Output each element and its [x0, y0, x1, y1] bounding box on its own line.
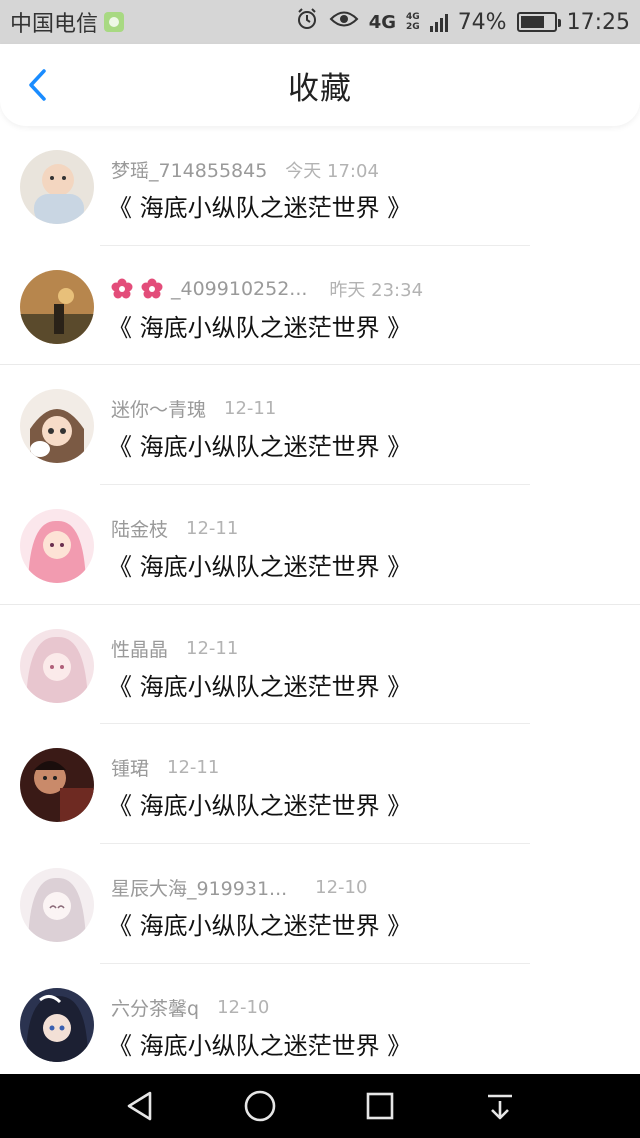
avatar — [20, 628, 94, 703]
username[interactable]: 六分茶馨q — [111, 994, 199, 1021]
favorites-list: 梦瑶_714855845 今天 17:04 《 海底小纵队之迷茫世界 》 _40… — [0, 126, 640, 1074]
nav-home-button[interactable] — [238, 1084, 282, 1128]
chevron-left-icon — [29, 69, 46, 101]
nav-header: 收藏 — [0, 44, 640, 126]
battery-icon — [516, 12, 561, 32]
network-bottom-label: 2G — [406, 22, 420, 32]
battery-fill — [520, 16, 545, 28]
list-item[interactable]: 陆金枝 12-11 《 海底小纵队之迷茫世界 》 — [0, 485, 640, 605]
signal-icon — [429, 12, 448, 32]
timestamp: 12-11 — [167, 757, 220, 779]
network-top-label: 4G — [406, 12, 420, 22]
favorite-title[interactable]: 《 海底小纵队之迷茫世界 》 — [108, 906, 411, 941]
arrow-down-icon — [488, 1094, 512, 1120]
list-item[interactable]: 迷你～青瑰 12-11 《 海底小纵队之迷茫世界 》 — [0, 365, 640, 486]
list-item[interactable]: 星辰大海_919931... 12-10 《 海底小纵队之迷茫世界 》 — [0, 844, 640, 964]
triangle-back-icon — [127, 1091, 152, 1121]
carrier-label: 中国电信 — [10, 12, 99, 37]
app-notification-icon — [104, 12, 125, 32]
timestamp: 12-11 — [186, 518, 239, 540]
username[interactable]: _409910252... — [171, 278, 307, 300]
avatar — [20, 868, 94, 943]
alarm-icon — [295, 7, 319, 37]
network-type-label: 4G — [368, 11, 397, 33]
favorite-title[interactable]: 《 海底小纵队之迷茫世界 》 — [108, 427, 411, 462]
network-secondary: 4G 2G — [406, 12, 420, 32]
system-nav-bar — [0, 1074, 640, 1138]
favorite-title[interactable]: 《 海底小纵队之迷茫世界 》 — [108, 667, 411, 702]
timestamp: 12-11 — [224, 398, 277, 420]
nav-back-button[interactable] — [118, 1084, 162, 1128]
username[interactable]: 梦瑶_714855845 — [111, 156, 267, 183]
nav-notification-button[interactable] — [478, 1084, 522, 1128]
list-item[interactable]: _409910252... 昨天 23:34 《 海底小纵队之迷茫世界 》 — [0, 246, 640, 366]
page-title: 收藏 — [288, 70, 352, 107]
username[interactable]: 陆金枝 — [111, 515, 168, 542]
timestamp: 昨天 23:34 — [329, 279, 424, 301]
favorite-title[interactable]: 《 海底小纵队之迷茫世界 》 — [108, 1026, 411, 1061]
username[interactable]: 迷你～青瑰 — [111, 395, 206, 422]
username[interactable]: 星辰大海_919931... — [111, 874, 287, 901]
username[interactable]: 锺珺 — [111, 754, 149, 781]
avatar — [20, 509, 94, 584]
battery-percent: 74% — [457, 9, 507, 35]
list-item[interactable]: 锺珺 12-11 《 海底小纵队之迷茫世界 》 — [0, 724, 640, 845]
username[interactable]: 性晶晶 — [111, 635, 168, 662]
avatar — [20, 269, 94, 344]
clock: 17:25 — [566, 9, 630, 35]
avatar — [20, 748, 94, 823]
list-item[interactable]: 梦瑶_714855845 今天 17:04 《 海底小纵队之迷茫世界 》 — [0, 126, 640, 246]
back-button[interactable] — [20, 68, 54, 102]
eye-comfort-icon — [329, 8, 359, 36]
avatar — [20, 987, 94, 1062]
timestamp: 今天 17:04 — [285, 160, 379, 182]
favorite-title[interactable]: 《 海底小纵队之迷茫世界 》 — [108, 547, 411, 582]
square-recent-icon — [366, 1092, 394, 1120]
circle-home-icon — [244, 1090, 276, 1122]
avatar — [20, 389, 94, 464]
favorite-title[interactable]: 《 海底小纵队之迷茫世界 》 — [108, 188, 411, 223]
nav-recent-button[interactable] — [358, 1084, 402, 1128]
list-item[interactable]: 六分茶馨q 12-10 《 海底小纵队之迷茫世界 》 — [0, 964, 640, 1074]
flower-icon — [141, 278, 163, 300]
status-bar: 中国电信 4G 4G 2G 74% 17:25 — [0, 0, 640, 44]
avatar — [20, 150, 94, 224]
timestamp: 12-10 — [217, 996, 270, 1018]
list-item[interactable]: 性晶晶 12-11 《 海底小纵队之迷茫世界 》 — [0, 605, 640, 725]
timestamp: 12-10 — [315, 877, 368, 899]
favorite-title[interactable]: 《 海底小纵队之迷茫世界 》 — [108, 308, 411, 343]
flower-icon — [111, 278, 133, 300]
favorite-title[interactable]: 《 海底小纵队之迷茫世界 》 — [108, 786, 411, 821]
timestamp: 12-11 — [186, 637, 239, 659]
